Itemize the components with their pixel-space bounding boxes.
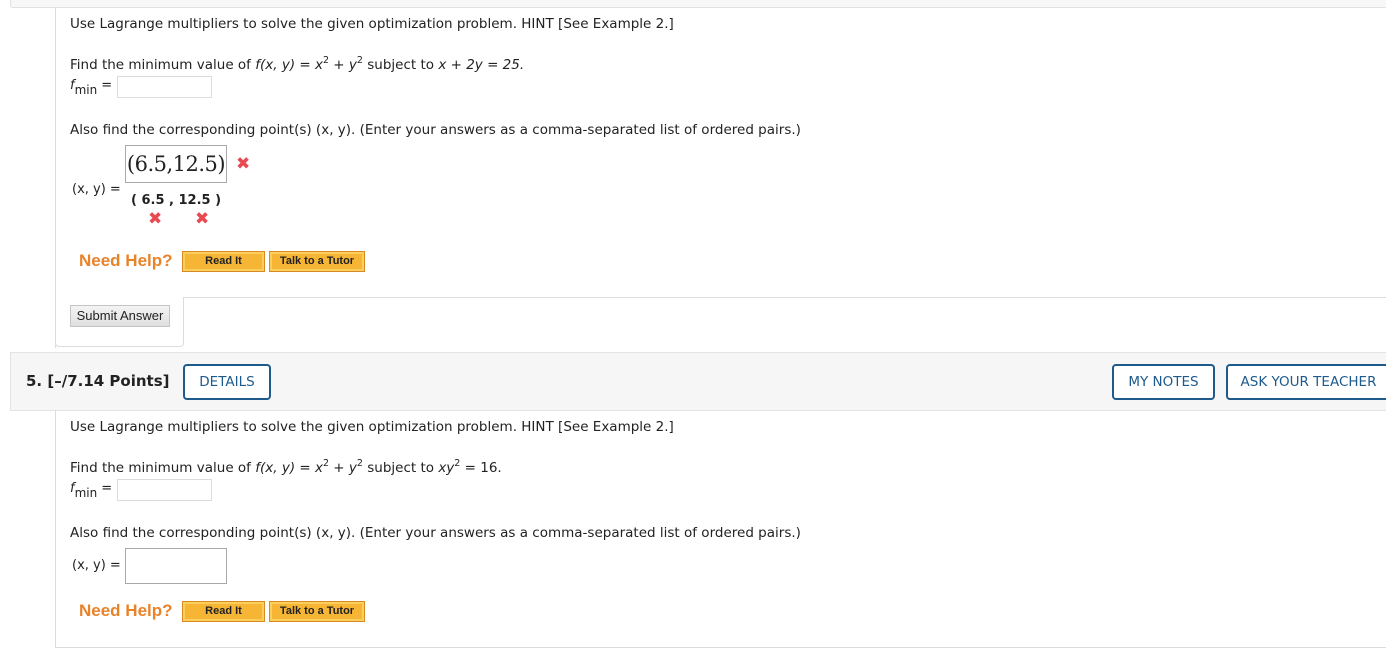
q5-xy-input[interactable] [125,548,227,584]
q5-read-it-button[interactable]: Read It [182,601,265,622]
q5-find-points-instructions: Also find the corresponding point(s) (x,… [70,525,801,541]
fmin-f: f [70,481,75,496]
divider [183,297,1386,298]
q4-function: f(x, y) = x [255,57,323,73]
q5-instructions: Use Lagrange multipliers to solve the gi… [70,419,674,435]
q4-instructions: Use Lagrange multipliers to solve the gi… [70,16,674,32]
q5-function: f(x, y) = x [255,460,323,476]
q4-submit-area: Submit Answer [55,297,1386,347]
incorrect-x-icon: ✖ [195,209,210,229]
q5-function-plus: + y [329,460,357,476]
q5-details-button[interactable]: DETAILS [183,364,271,400]
q4-fmin-input[interactable] [117,76,212,98]
q4-find-points-instructions: Also find the corresponding point(s) (x,… [70,122,801,138]
q4-need-help-label: Need Help? [79,251,173,270]
q5-constraint: xy [438,460,455,476]
q5-ask-your-teacher-button[interactable]: ASK YOUR TEACHER [1226,364,1386,400]
q5-talk-to-tutor-button[interactable]: Talk to a Tutor [269,601,365,622]
q4-read-it-button[interactable]: Read It [182,251,265,272]
q4-constraint: x + 2y = 25. [438,57,525,73]
fmin-equals: = [101,78,113,93]
q5-constraint-rest: = 16. [460,460,502,476]
q5-find-prefix: Find the minimum value of [70,460,256,476]
q4-xy-label: (x, y) = [72,182,121,197]
q4-subject-to: subject to [362,57,439,73]
q5-subject-to: subject to [362,460,439,476]
fmin-f: f [70,78,75,93]
q4-xy-answer-input[interactable]: (6.5,12.5) [125,145,227,183]
q4-problem-statement: Find the minimum value of f(x, y) = x2 +… [70,56,525,73]
q5-xy-label: (x, y) = [72,558,121,573]
incorrect-x-icon: ✖ [148,209,163,229]
fmin-equals: = [101,481,113,496]
fmin-subscript: min [74,486,98,500]
q4-function-plus: + y [329,57,357,73]
q4-parsed-answer: ( 6.5 , 12.5 ) [131,193,222,208]
q5-need-help-label: Need Help? [79,601,173,620]
q5-number-points: 5. [–/7.14 Points] [26,372,170,390]
q4-talk-to-tutor-button[interactable]: Talk to a Tutor [269,251,365,272]
q4-find-prefix: Find the minimum value of [70,57,256,73]
q4-submit-answer-button[interactable]: Submit Answer [70,305,170,327]
q5-my-notes-button[interactable]: MY NOTES [1112,364,1215,400]
question-5-header: 5. [–/7.14 Points] DETAILS MY NOTES ASK … [10,352,1386,411]
question-4-header-edge [10,0,1386,8]
submit-tab: Submit Answer [55,297,184,347]
q5-fmin-input[interactable] [117,479,212,501]
fmin-subscript: min [74,83,98,97]
incorrect-x-icon: ✖ [236,154,251,174]
q5-problem-statement: Find the minimum value of f(x, y) = x2 +… [70,459,502,476]
q4-fmin-label: fmin = [70,78,113,97]
q5-fmin-label: fmin = [70,481,113,500]
